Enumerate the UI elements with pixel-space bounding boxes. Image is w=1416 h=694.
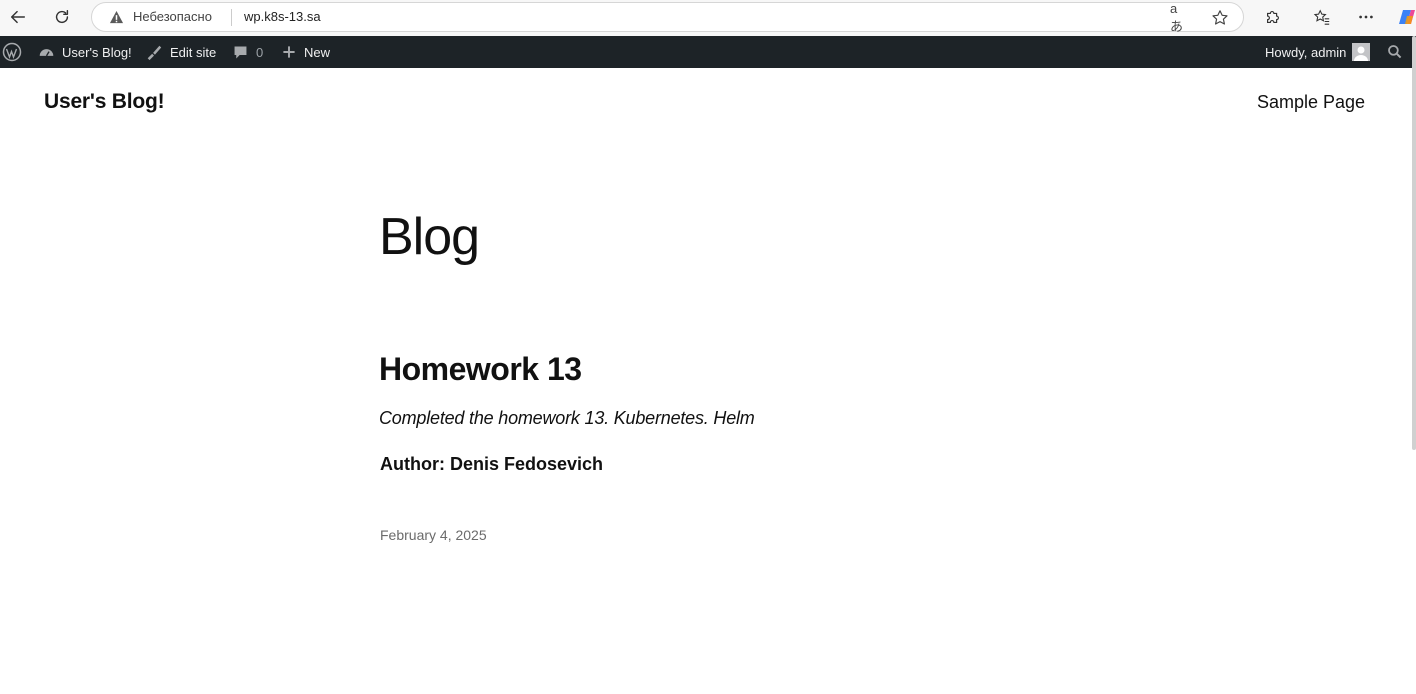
more-dots-icon xyxy=(1359,15,1373,19)
browser-toolbar: Небезопасно wp.k8s-13.sa aあ xyxy=(0,0,1416,36)
site-name-menu[interactable]: User's Blog! xyxy=(38,36,132,68)
search-icon xyxy=(1388,45,1402,59)
new-content-menu[interactable]: New xyxy=(281,36,330,68)
site-name-label: User's Blog! xyxy=(62,44,132,60)
insecure-label[interactable]: Небезопасно xyxy=(133,9,212,24)
copilot-icon xyxy=(1399,10,1415,24)
star-icon xyxy=(1212,10,1228,25)
extensions-button[interactable] xyxy=(1261,5,1285,29)
wp-admin-bar: User's Blog! Edit site 0 New Howdy, admi… xyxy=(0,36,1416,68)
warning-icon xyxy=(109,10,124,24)
site-title-link[interactable]: User's Blog! xyxy=(44,90,165,114)
my-account-menu[interactable]: Howdy, admin xyxy=(1265,36,1371,68)
comments-link[interactable]: 0 xyxy=(232,36,263,68)
favorites-list-icon xyxy=(1313,9,1330,25)
read-aloud-button[interactable]: aあ xyxy=(1170,1,1190,34)
post-excerpt: Completed the homework 13. Kubernetes. H… xyxy=(379,408,755,428)
post-author: Author: Denis Fedosevich xyxy=(380,454,604,474)
comments-count: 0 xyxy=(256,44,264,60)
back-arrow-icon xyxy=(10,10,26,24)
reload-icon xyxy=(55,9,69,24)
nav-link-sample-page[interactable]: Sample Page xyxy=(1257,92,1365,113)
avatar xyxy=(1352,43,1371,61)
scrollbar[interactable] xyxy=(1412,36,1416,450)
puzzle-icon xyxy=(1267,11,1279,23)
howdy-label: Howdy, admin xyxy=(1265,44,1347,60)
wordpress-logo-icon xyxy=(2,42,22,62)
back-button[interactable] xyxy=(4,4,32,30)
comment-bubble-icon xyxy=(234,46,247,58)
edit-site-label: Edit site xyxy=(170,44,217,60)
favorites-button[interactable] xyxy=(1310,5,1334,29)
edit-site-link[interactable]: Edit site xyxy=(145,36,216,68)
reload-button[interactable] xyxy=(48,4,76,30)
address-divider xyxy=(231,9,232,26)
plus-icon xyxy=(283,46,295,58)
favorite-button[interactable] xyxy=(1210,8,1230,28)
dashboard-icon xyxy=(39,48,54,56)
post-title-link[interactable]: Homework 13 xyxy=(379,351,582,388)
post-date: February 4, 2025 xyxy=(380,527,487,543)
page-title: Blog xyxy=(379,208,480,266)
user-silhouette-icon xyxy=(1354,46,1369,61)
new-label: New xyxy=(304,44,331,60)
url-text[interactable]: wp.k8s-13.sa xyxy=(244,9,321,24)
copilot-button[interactable] xyxy=(1395,5,1416,29)
address-bar[interactable]: Небезопасно wp.k8s-13.sa aあ xyxy=(91,1,1244,34)
settings-more-button[interactable] xyxy=(1354,5,1378,29)
admin-search-button[interactable] xyxy=(1387,36,1410,68)
brush-icon xyxy=(147,45,162,61)
wp-logo-menu[interactable] xyxy=(2,36,29,68)
translate-icon: aあ xyxy=(1170,1,1184,34)
